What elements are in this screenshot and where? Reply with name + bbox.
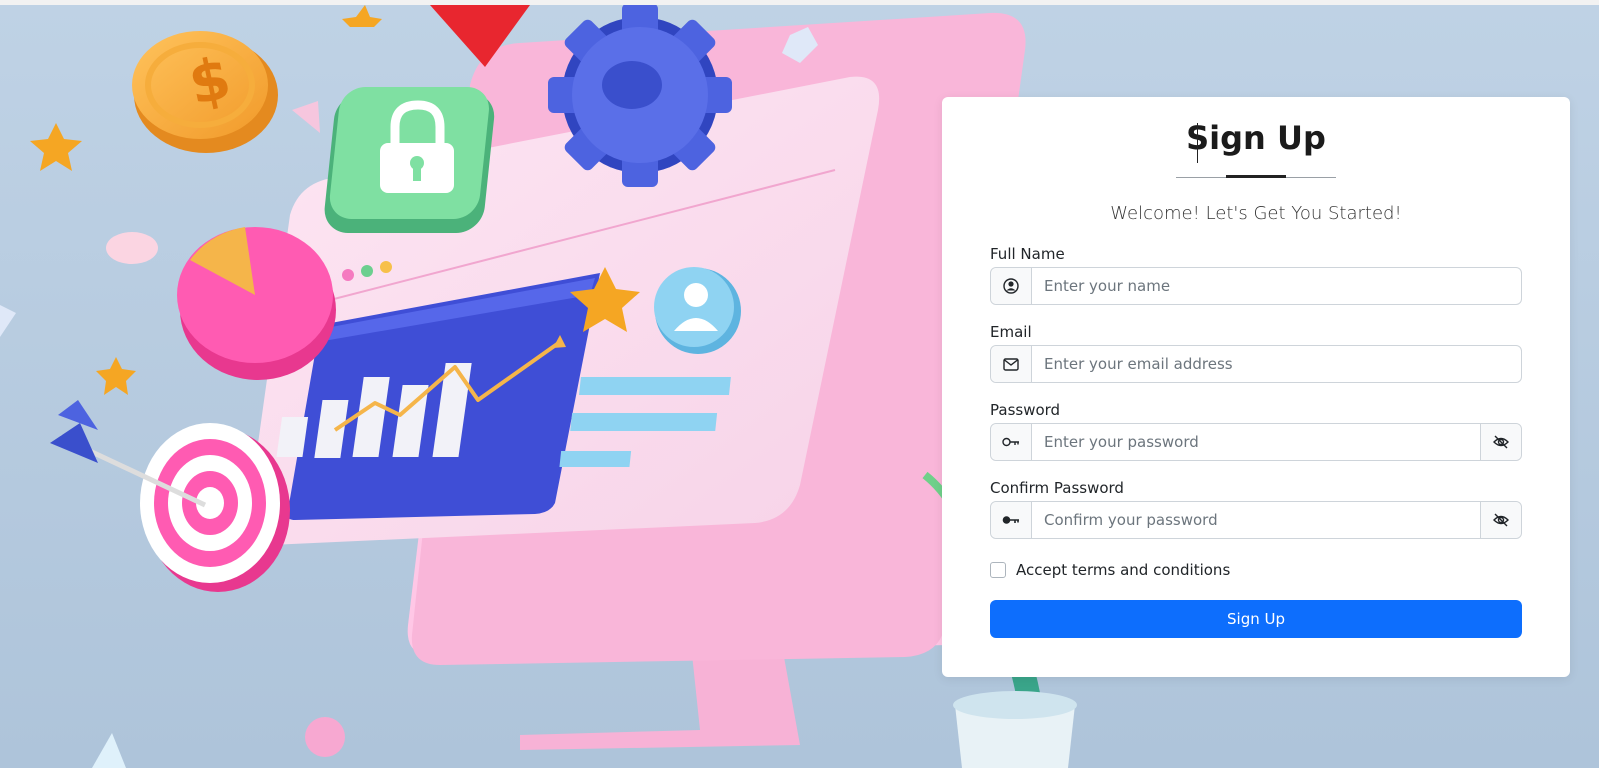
eye-slash-icon[interactable] [1480, 502, 1521, 538]
sphere-icon [305, 717, 345, 757]
email-input[interactable] [1032, 346, 1521, 382]
pie-chart-icon [177, 227, 336, 380]
confirm-password-group [990, 501, 1522, 539]
email-group [990, 345, 1522, 383]
page-title: Sign Up [1186, 119, 1326, 157]
sign-up-button[interactable]: Sign Up [990, 600, 1522, 638]
full-name-label: Full Name [990, 245, 1065, 263]
sphere-icon [106, 232, 158, 264]
key-icon [991, 424, 1032, 460]
terms-row: Accept terms and conditions [990, 561, 1230, 579]
confirm-password-label: Confirm Password [990, 479, 1124, 497]
password-group [990, 423, 1522, 461]
email-label: Email [990, 323, 1032, 341]
signup-card: Sign Up Welcome! Let's Get You Started! … [942, 97, 1570, 677]
confirm-password-input[interactable] [1032, 502, 1480, 538]
password-label: Password [990, 401, 1061, 419]
gear-icon [548, 5, 732, 187]
user-circle-icon [991, 268, 1032, 304]
terms-checkbox[interactable] [990, 562, 1006, 578]
full-name-group [990, 267, 1522, 305]
welcome-subtitle: Welcome! Let's Get You Started! [1110, 203, 1402, 224]
key-fill-icon [991, 502, 1032, 538]
eye-slash-icon[interactable] [1480, 424, 1521, 460]
envelope-icon [991, 346, 1032, 382]
text-caret [1197, 123, 1198, 163]
full-name-input[interactable] [1032, 268, 1521, 304]
lock-icon [324, 87, 495, 233]
title-divider-accent [1226, 175, 1286, 178]
password-input[interactable] [1032, 424, 1480, 460]
terms-label[interactable]: Accept terms and conditions [1016, 561, 1230, 579]
